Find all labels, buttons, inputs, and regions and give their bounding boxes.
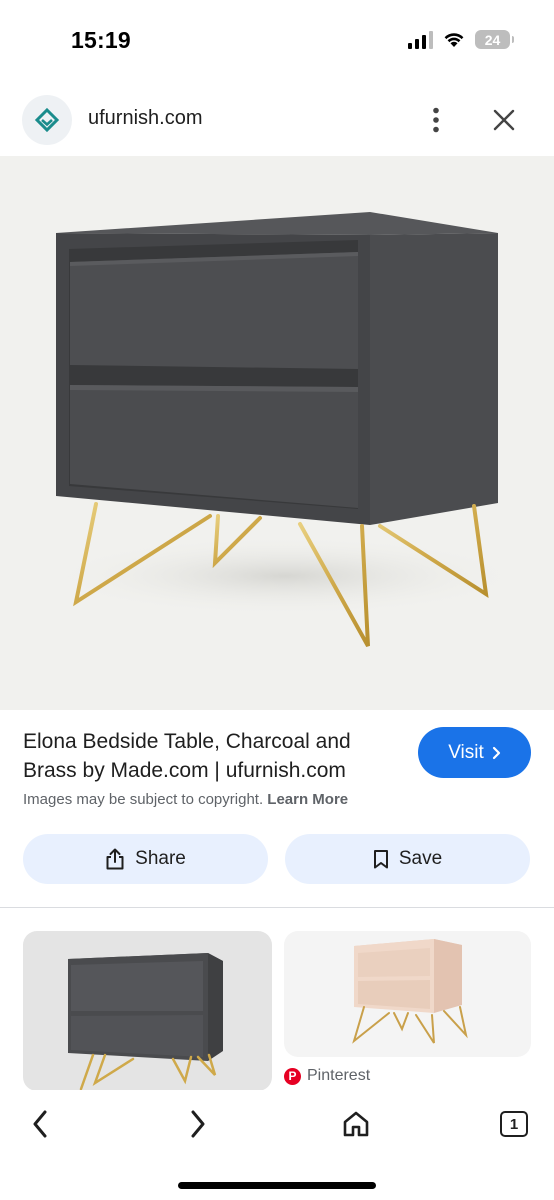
ufurnish-favicon-icon[interactable]: [22, 95, 72, 145]
battery-level: 24: [484, 31, 501, 48]
site-domain[interactable]: ufurnish.com: [88, 107, 203, 130]
result-title[interactable]: Elona Bedside Table, Charcoal and Brass …: [23, 727, 403, 785]
related-result-card[interactable]: [284, 931, 531, 1057]
battery-icon: 24: [475, 30, 514, 49]
related-charcoal-table-image: [68, 953, 223, 1091]
save-button[interactable]: Save: [285, 834, 530, 884]
save-label: Save: [398, 848, 443, 869]
status-bar: 15:19 24: [0, 0, 554, 82]
home-button[interactable]: [334, 1102, 378, 1146]
learn-more-link[interactable]: Learn More: [267, 791, 348, 808]
chevron-right-icon: [492, 746, 500, 759]
forward-icon: [191, 1110, 205, 1138]
related-pink-table-image: [352, 939, 468, 1044]
share-label: Share: [135, 848, 186, 869]
more-vert-icon: [433, 107, 439, 133]
bedside-table-image: [45, 212, 525, 647]
wifi-icon: [444, 33, 464, 47]
home-icon: [343, 1111, 369, 1137]
tab-count: 1: [509, 1115, 519, 1133]
pinterest-label: Pinterest: [307, 1067, 371, 1084]
pinterest-icon: P: [284, 1067, 301, 1085]
pinterest-source[interactable]: P Pinterest: [284, 1067, 370, 1085]
visit-button[interactable]: Visit: [418, 727, 531, 778]
status-icons: 24: [408, 30, 514, 49]
status-time: 15:19: [71, 27, 131, 53]
tabs-icon: 1: [500, 1111, 528, 1137]
forward-button[interactable]: [176, 1102, 220, 1146]
bottom-toolbar: 1: [0, 1090, 554, 1200]
hero-product-image[interactable]: [0, 156, 554, 710]
home-indicator: [178, 1182, 376, 1189]
site-header: ufurnish.com: [0, 88, 554, 154]
share-button[interactable]: Share: [23, 834, 268, 884]
bookmark-icon: [373, 850, 388, 869]
close-button[interactable]: [484, 100, 524, 140]
divider: [0, 907, 554, 908]
tabs-button[interactable]: 1: [492, 1102, 536, 1146]
copyright-text: Images may be subject to copyright.: [23, 791, 264, 808]
back-icon: [33, 1110, 47, 1138]
share-icon: [106, 848, 124, 870]
related-result-card[interactable]: [23, 931, 272, 1091]
back-button[interactable]: [18, 1102, 62, 1146]
visit-label: Visit: [448, 741, 484, 763]
more-options-button[interactable]: [418, 100, 454, 140]
signal-icon: [408, 30, 433, 49]
close-icon: [493, 109, 515, 131]
copyright-notice: Images may be subject to copyright. Lear…: [23, 791, 348, 808]
